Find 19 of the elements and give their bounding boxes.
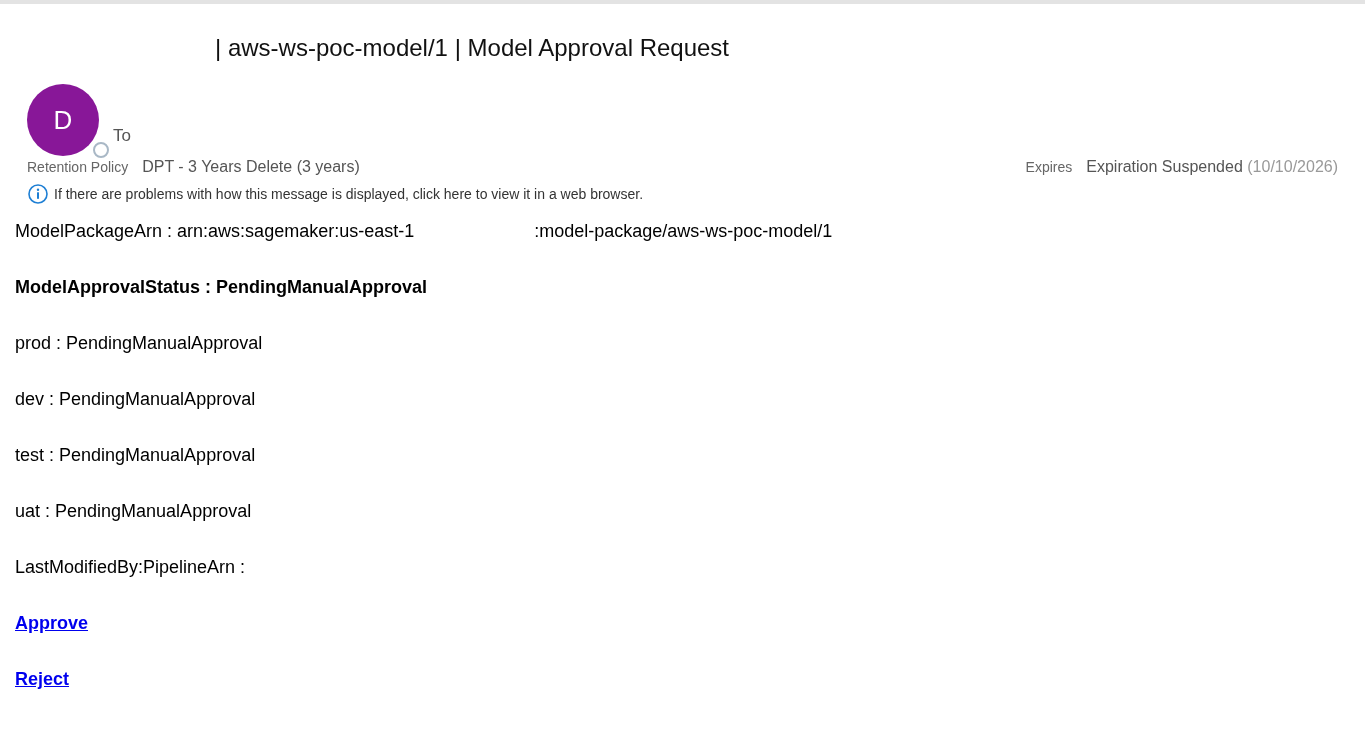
to-label: To — [113, 126, 131, 146]
info-bar-link[interactable]: If there are problems with how this message is displayed, click here to view it in a web browser. — [54, 186, 644, 202]
email-subject: | aws-ws-poc-model/1 | Model Approval Request — [215, 34, 731, 62]
retention-label: Retention Policy — [27, 159, 129, 175]
info-icon — [28, 184, 48, 204]
body-text: :model-package/aws-ws-poc-model/1 — [534, 220, 833, 242]
presence-icon — [93, 142, 109, 158]
body-text: LastModifiedBy:PipelineArn : — [15, 556, 247, 578]
body-link[interactable]: Approve — [15, 612, 88, 634]
body-text: test : PendingManualApproval — [15, 444, 257, 466]
expires-value: Expiration Suspended (10/10/2026) — [1086, 158, 1338, 175]
body-link[interactable]: Reject — [15, 668, 70, 690]
body-text: uat : PendingManualApproval — [15, 500, 253, 522]
expires-label: Expires — [1025, 159, 1073, 175]
body-text: ModelPackageArn : arn:aws:sagemaker:us-east-1 — [15, 220, 415, 242]
body-text: ModelApprovalStatus : PendingManualApproval — [15, 276, 429, 298]
body-text: dev : PendingManualApproval — [15, 388, 257, 410]
retention-value: DPT - 3 Years Delete (3 years) — [142, 158, 360, 175]
body-text: prod : PendingManualApproval — [15, 332, 264, 354]
